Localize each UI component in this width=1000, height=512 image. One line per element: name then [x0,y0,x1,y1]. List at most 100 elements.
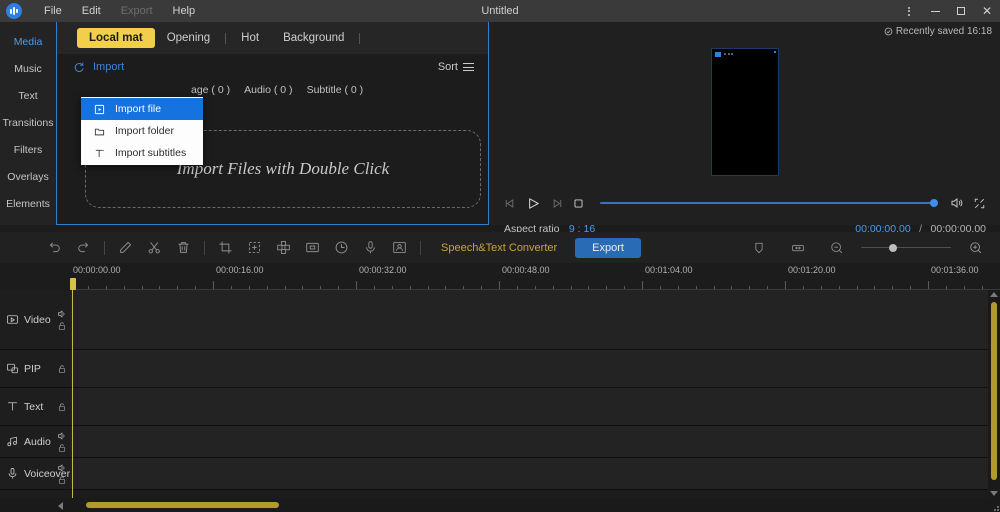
timeline-track-text[interactable]: Text [0,388,1000,426]
split-screen-icon[interactable] [269,236,298,260]
horizontal-scroll-thumb[interactable] [86,502,279,508]
close-icon[interactable]: ✕ [974,0,1000,22]
app-logo-icon [6,3,22,19]
folder-icon [93,126,105,137]
trash-icon[interactable] [169,236,198,260]
track-header-video: Video [0,290,70,349]
menu-import-file[interactable]: Import file [81,98,203,120]
playback-controls [490,192,1000,214]
track-lane[interactable] [70,350,1000,387]
import-row: Import Sort [57,54,488,80]
video-preview-frame[interactable] [711,48,779,176]
marker-icon[interactable] [744,236,773,260]
voiceover-track-icon [6,467,19,480]
zoom-slider-knob[interactable] [889,244,897,252]
track-lock-icon[interactable] [57,475,67,485]
preview-corner-marker [774,51,776,53]
tab-local-mat[interactable]: Local mat [77,28,155,48]
play-icon[interactable] [526,196,541,211]
track-lock-icon[interactable] [57,402,67,412]
track-lane[interactable] [70,388,1000,425]
video-track-icon [6,313,19,326]
track-header-audio: Audio [0,426,70,457]
import-label[interactable]: Import [93,61,124,73]
speech-text-converter-button[interactable]: Speech&Text Converter [441,242,557,254]
speed-clock-icon[interactable] [327,236,356,260]
sort-list-icon [463,63,474,70]
menu-item-edit[interactable]: Edit [72,2,111,20]
sidebar-item-overlays[interactable]: Overlays [0,163,56,190]
vertical-scroll-thumb[interactable] [991,302,997,480]
menu-import-folder[interactable]: Import folder [81,120,203,142]
timeline-horizontal-scrollbar[interactable] [0,498,1000,512]
timeline-vertical-scrollbar[interactable] [988,290,1000,498]
prev-frame-icon[interactable] [504,197,517,210]
menu-item-help[interactable]: Help [163,2,206,20]
filter-subtitle[interactable]: Subtitle ( 0 ) [307,84,364,96]
playhead-handle[interactable] [70,278,76,290]
track-lane[interactable] [70,458,1000,489]
redo-icon[interactable] [69,236,98,260]
track-lock-icon[interactable] [57,364,67,374]
tab-hot[interactable]: Hot [229,28,271,48]
filter-image[interactable]: age ( 0 ) [191,84,230,96]
menu-item-file[interactable]: File [34,2,72,20]
crop-icon[interactable] [211,236,240,260]
timeline-ruler[interactable]: 00:00:00.0000:00:16.0000:00:32.0000:00:4… [0,263,1000,290]
progress-knob[interactable] [930,199,938,207]
import-control[interactable]: Import [73,61,124,73]
fit-timeline-icon[interactable] [783,236,812,260]
resize-grip-icon [991,503,999,511]
title-bar: File Edit Export Help Untitled ✕ [0,0,1000,22]
timeline-tracks: VideoPIPText Audio Voiceover [0,290,1000,498]
edit-pencil-icon[interactable] [111,236,140,260]
stop-icon[interactable] [572,197,585,210]
scroll-left-arrow-icon[interactable] [58,502,63,510]
timeline-track-pip[interactable]: PIP [0,350,1000,388]
track-lane[interactable] [70,426,1000,457]
track-volume-icon[interactable] [57,309,67,319]
sidebar-item-transitions[interactable]: Transitions [0,109,56,136]
track-lane[interactable] [70,290,1000,349]
playback-progress-slider[interactable] [600,202,935,204]
toolbar-divider-1 [104,241,105,255]
track-lock-icon[interactable] [57,443,67,453]
timeline-track-video[interactable]: Video [0,290,1000,350]
timeline-track-audio[interactable]: Audio [0,426,1000,458]
sidebar-item-media[interactable]: Media [0,28,56,55]
add-element-icon[interactable] [240,236,269,260]
track-label: Audio [24,436,51,448]
export-button[interactable]: Export [575,238,641,258]
track-volume-icon[interactable] [57,431,67,441]
scroll-down-arrow-icon[interactable] [990,491,998,496]
maximize-icon[interactable] [948,0,974,22]
sidebar-item-text[interactable]: Text [0,82,56,109]
track-lock-icon[interactable] [57,321,67,331]
zoom-out-icon[interactable] [822,236,851,260]
filter-audio[interactable]: Audio ( 0 ) [244,84,292,96]
sidebar-item-filters[interactable]: Filters [0,136,56,163]
fullscreen-icon[interactable] [973,197,986,210]
sort-control[interactable]: Sort [438,61,474,73]
left-sidebar: Media Music Text Transitions Filters Ove… [0,22,57,225]
sidebar-item-elements[interactable]: Elements [0,190,56,217]
picture-in-picture-icon[interactable] [298,236,327,260]
next-frame-icon[interactable] [550,197,563,210]
scroll-up-arrow-icon[interactable] [990,292,998,297]
track-volume-icon[interactable] [57,463,67,473]
more-vertical-icon[interactable] [896,0,922,22]
preview-chip [715,52,721,57]
sidebar-item-music[interactable]: Music [0,55,56,82]
menu-import-subtitles[interactable]: Import subtitles [81,142,203,164]
zoom-in-icon[interactable] [961,236,990,260]
microphone-icon[interactable] [356,236,385,260]
undo-icon[interactable] [40,236,69,260]
volume-icon[interactable] [950,196,964,210]
timeline-track-voiceover[interactable]: Voiceover [0,458,1000,490]
tab-background[interactable]: Background [271,28,356,48]
tab-opening[interactable]: Opening [155,28,222,48]
zoom-slider[interactable] [861,247,951,249]
minimize-icon[interactable] [922,0,948,22]
scissors-icon[interactable] [140,236,169,260]
green-screen-icon[interactable] [385,236,414,260]
